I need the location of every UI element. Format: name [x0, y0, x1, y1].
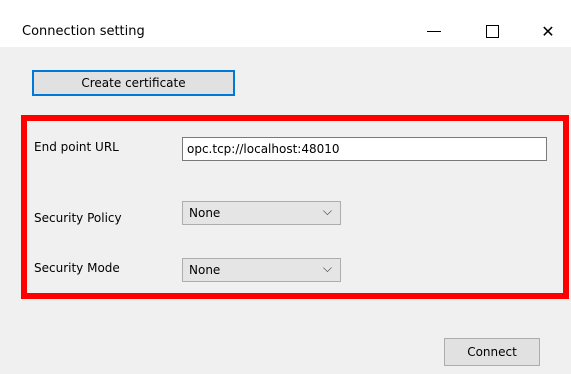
maximize-icon: [485, 24, 499, 38]
maximize-button[interactable]: [470, 16, 514, 46]
close-icon: ✕: [541, 21, 555, 41]
security-policy-value: None: [189, 206, 221, 220]
chevron-down-icon: ⌵: [322, 204, 332, 218]
minimize-icon: [427, 30, 441, 32]
endpoint-url-input[interactable]: opc.tcp://localhost:48010: [182, 137, 547, 161]
security-policy-select[interactable]: None ⌵: [182, 201, 341, 225]
endpoint-url-label: End point URL: [34, 140, 119, 154]
window-title: Connection setting: [22, 24, 145, 39]
chevron-down-icon: ⌵: [322, 261, 332, 275]
create-certificate-button[interactable]: Create certificate: [32, 70, 235, 96]
connect-button[interactable]: Connect: [444, 338, 540, 366]
close-button[interactable]: ✕: [526, 16, 570, 46]
security-mode-select[interactable]: None ⌵: [182, 258, 341, 282]
connection-setting-window: Connection setting ✕ Create certificate …: [0, 0, 571, 374]
security-policy-label: Security Policy: [34, 211, 122, 225]
security-mode-label: Security Mode: [34, 261, 120, 275]
security-mode-value: None: [189, 263, 221, 277]
minimize-button[interactable]: [412, 16, 456, 46]
title-bar: Connection setting ✕: [0, 0, 571, 47]
